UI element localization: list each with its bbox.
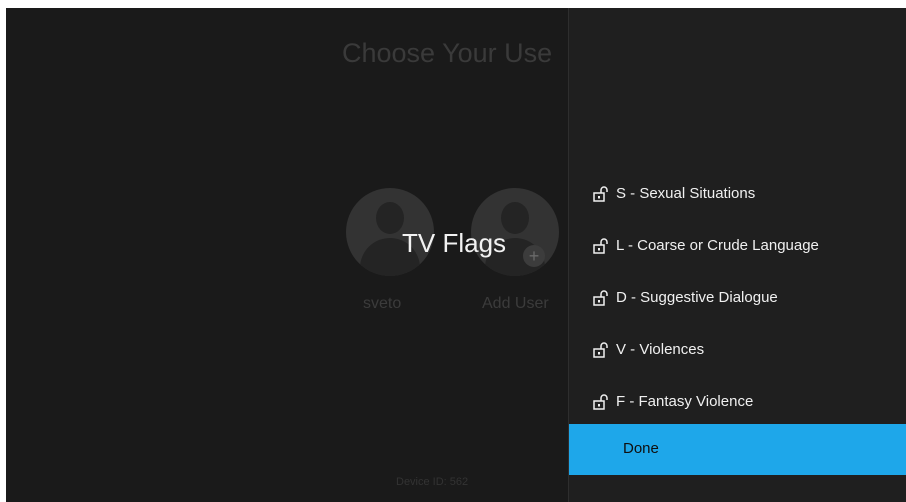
user-label-add-user: Add User [482,295,549,312]
tv-flags-panel: S - Sexual Situations L - Coarse or Crud… [568,8,906,502]
flag-item-d[interactable]: D - Suggestive Dialogue [569,278,906,318]
unlock-icon [593,342,608,358]
background-overlay: Choose Your Use + sveto Add User Device … [6,8,568,502]
flag-label: V - Violences [616,341,705,358]
choose-user-title: Choose Your Use [342,38,553,68]
person-icon [376,202,404,234]
flag-item-v[interactable]: V - Violences [569,330,906,370]
done-button[interactable]: Done [569,424,906,475]
done-label: Done [623,440,659,457]
unlock-icon [593,394,608,410]
flag-item-f[interactable]: F - Fantasy Violence [569,382,906,422]
unlock-icon [593,186,608,202]
flag-label: L - Coarse or Crude Language [616,237,819,254]
plus-icon: + [523,245,545,267]
unlock-icon [593,238,608,254]
device-id: Device ID: 562 [396,476,469,488]
user-label-sveto: sveto [363,295,402,312]
flag-label: S - Sexual Situations [616,185,756,202]
flag-label: F - Fantasy Violence [616,393,754,410]
flag-label: D - Suggestive Dialogue [616,289,778,306]
screen: Choose Your Use + sveto Add User Device … [6,8,906,502]
flag-item-l[interactable]: L - Coarse or Crude Language [569,226,906,266]
unlock-icon [593,290,608,306]
flag-item-s[interactable]: S - Sexual Situations [569,174,906,214]
panel-heading: TV Flags [402,228,507,258]
